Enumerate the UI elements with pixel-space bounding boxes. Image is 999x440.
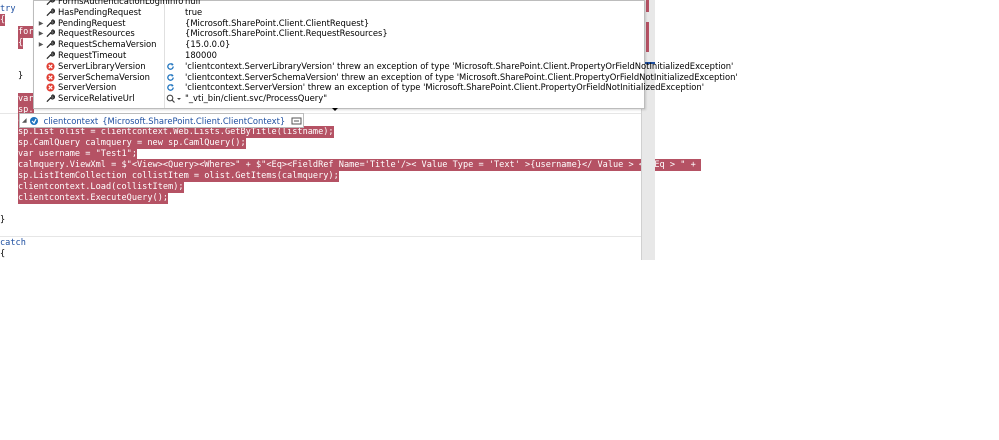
property-name: ServerSchemaVersion — [58, 71, 150, 82]
datatip-row[interactable]: ServiceRelativeUrl "_vti_bin/client.svc/P… — [34, 93, 644, 104]
property-value: 180000 — [185, 50, 217, 60]
code-line: clientcontext.ExecuteQuery(); — [18, 192, 169, 204]
debugger-datatip[interactable]: FormsAuthenticationLoginInfo null HasPendi… — [33, 0, 738, 109]
refresh-icon[interactable] — [166, 62, 175, 71]
property-name: HasPendingRequest — [58, 6, 142, 17]
property-value: 'clientcontext.ServerLibraryVersion' thr… — [185, 60, 734, 71]
property-name: ServiceRelativeUrl — [58, 93, 135, 104]
property-value: true — [185, 6, 203, 17]
scrollbar-marker — [646, 0, 649, 12]
property-name: PendingRequest — [58, 17, 126, 28]
pin-icon[interactable] — [291, 116, 303, 126]
property-value: {Microsoft.SharePoint.Client.ClientReque… — [185, 17, 370, 28]
property-name: RequestTimeout — [58, 50, 127, 60]
expand-icon[interactable]: ▶ — [37, 18, 45, 29]
datatip-row[interactable]: RequestTimeout 180000 — [34, 50, 644, 61]
refresh-icon[interactable] — [166, 73, 175, 82]
datatip-row[interactable]: ▶ RequestResources {Microsoft.SharePoint.C… — [34, 28, 644, 39]
datatip-root-value: {Microsoft.SharePoint.Client.ClientConte… — [102, 115, 286, 126]
datatip-row[interactable]: ServerLibraryVersion 'clientcontext.Serve… — [34, 60, 733, 72]
code-line: { — [0, 14, 6, 26]
property-name: ServerLibraryVersion — [58, 60, 146, 71]
scrollbar-marker — [646, 22, 649, 52]
datatip-root-item[interactable]: ◢ clientcontext {Microsoft.SharePoint.Cl… — [19, 113, 305, 128]
wrench-icon — [46, 0, 56, 6]
wrench-icon — [46, 8, 56, 17]
scroll-down-icon[interactable] — [330, 107, 340, 113]
property-name: RequestSchemaVersion — [58, 39, 157, 50]
refresh-icon[interactable] — [166, 83, 175, 92]
wrench-icon — [46, 94, 56, 103]
datatip-row[interactable]: ServerSchemaVersion 'clientcontext.Server… — [34, 71, 738, 83]
wrench-icon — [46, 18, 56, 28]
expand-icon[interactable]: ▶ — [37, 39, 45, 50]
property-value: {Microsoft.SharePoint.Client.RequestReso… — [185, 28, 388, 39]
wrench-icon — [46, 51, 56, 60]
code-line: } — [0, 215, 6, 225]
code-line: { — [0, 249, 6, 259]
datatip-row[interactable]: ServerVersion 'clientcontext.ServerVersio… — [34, 82, 704, 93]
expand-icon[interactable]: ▶ — [37, 28, 45, 39]
error-icon — [46, 73, 55, 82]
property-value: 'clientcontext.ServerVersion' threw an e… — [185, 82, 705, 93]
property-name: ServerVersion — [58, 82, 117, 93]
datatip-root-name: clientcontext — [43, 115, 99, 126]
collapse-icon[interactable]: ◢ — [20, 117, 29, 124]
datatip-row[interactable]: ▶ RequestSchemaVersion {15.0.0.0} — [34, 39, 644, 50]
object-icon — [29, 116, 38, 125]
error-icon — [46, 83, 55, 92]
error-icon — [46, 62, 55, 71]
datatip-row[interactable]: ▶ PendingRequest {Microsoft.SharePoint.Cli… — [34, 18, 644, 29]
property-value: 'clientcontext.ServerSchemaVersion' thre… — [185, 71, 738, 82]
wrench-icon — [46, 29, 56, 38]
code-line: } — [18, 71, 24, 81]
property-name: RequestResources — [58, 28, 135, 39]
datatip-row[interactable]: HasPendingRequest true — [34, 7, 644, 18]
separator-line — [0, 236, 641, 237]
magnifier-icon[interactable] — [166, 94, 182, 104]
code-line: { — [18, 37, 24, 49]
wrench-icon — [46, 40, 56, 49]
property-value: {15.0.0.0} — [185, 39, 231, 50]
property-value: "_vti_bin/client.svc/ProcessQuery" — [185, 93, 328, 104]
